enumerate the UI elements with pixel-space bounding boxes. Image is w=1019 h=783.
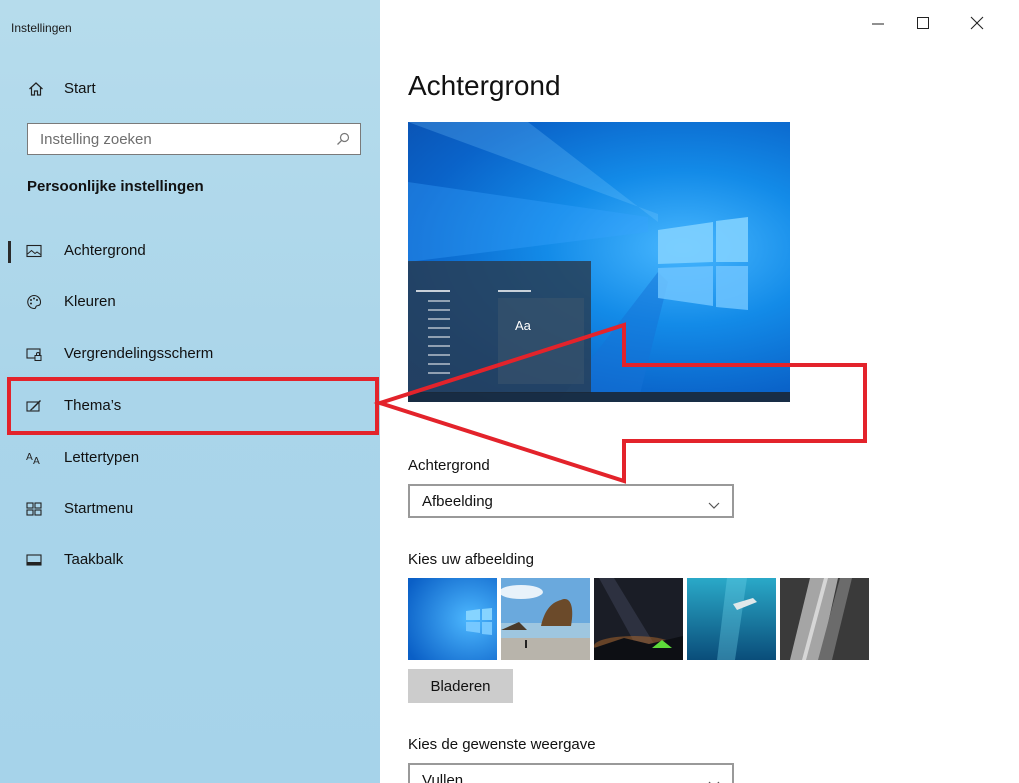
search-icon[interactable] bbox=[336, 132, 350, 146]
sidebar-home-label: Start bbox=[64, 80, 96, 97]
section-title: Persoonlijke instellingen bbox=[27, 178, 204, 195]
thumbnail-underwater[interactable] bbox=[687, 578, 776, 660]
sidebar-item-lettertypen[interactable]: AA Lettertypen bbox=[0, 438, 380, 478]
home-icon bbox=[28, 81, 44, 97]
sidebar-item-themas[interactable]: Thema’s bbox=[0, 386, 380, 426]
selection-indicator bbox=[8, 241, 11, 263]
preview-sample-text: Aa bbox=[515, 318, 531, 333]
picture-thumbnails bbox=[408, 578, 870, 660]
palette-icon bbox=[26, 294, 42, 310]
font-icon: AA bbox=[26, 450, 42, 467]
app-title: Instellingen bbox=[11, 21, 72, 35]
preview-tile bbox=[498, 298, 584, 384]
fit-dropdown-value: Vullen bbox=[422, 772, 464, 783]
background-dropdown-value: Afbeelding bbox=[422, 493, 493, 510]
svg-text:A: A bbox=[33, 456, 40, 466]
thumbnail-night-tent[interactable] bbox=[594, 578, 683, 660]
sidebar-item-label: Taakbalk bbox=[64, 551, 124, 568]
fit-label: Kies de gewenste weergave bbox=[408, 736, 596, 753]
maximize-icon[interactable] bbox=[914, 14, 932, 32]
sidebar-item-kleuren[interactable]: Kleuren bbox=[0, 282, 380, 322]
theme-brush-icon bbox=[26, 398, 42, 414]
sidebar-item-startmenu[interactable]: Startmenu bbox=[0, 489, 380, 529]
thumbnail-rock-cliff[interactable] bbox=[780, 578, 869, 660]
close-icon[interactable] bbox=[968, 14, 986, 32]
lock-screen-icon bbox=[26, 346, 42, 362]
taskbar-icon bbox=[26, 552, 42, 568]
search-input[interactable] bbox=[28, 124, 324, 154]
picture-icon bbox=[26, 243, 42, 259]
chevron-down-icon bbox=[708, 776, 720, 783]
sidebar-home[interactable]: Start bbox=[0, 72, 380, 106]
sidebar-item-label: Startmenu bbox=[64, 500, 134, 517]
thumbnail-beach-rocks[interactable] bbox=[501, 578, 590, 660]
sidebar-item-label: Lettertypen bbox=[64, 449, 140, 466]
background-dropdown[interactable]: Afbeelding bbox=[408, 484, 734, 518]
sidebar-item-label: Vergrendelingsscherm bbox=[64, 345, 214, 362]
thumbnail-windows-blue[interactable] bbox=[408, 578, 497, 660]
sidebar-item-vergrendelingsscherm[interactable]: Vergrendelingsscherm bbox=[0, 334, 380, 374]
browse-button[interactable]: Bladeren bbox=[408, 669, 513, 703]
choose-picture-label: Kies uw afbeelding bbox=[408, 551, 534, 568]
sidebar-item-achtergrond[interactable]: Achtergrond bbox=[0, 231, 380, 271]
chevron-down-icon bbox=[708, 497, 720, 509]
fit-dropdown[interactable]: Vullen bbox=[408, 763, 734, 783]
window-controls bbox=[869, 0, 1019, 40]
search-box[interactable] bbox=[27, 123, 361, 155]
sidebar-item-label: Thema’s bbox=[64, 397, 122, 414]
preview-taskbar bbox=[408, 392, 790, 402]
sidebar-item-taakbalk[interactable]: Taakbalk bbox=[0, 540, 380, 580]
start-menu-icon bbox=[26, 501, 42, 517]
background-label: Achtergrond bbox=[408, 457, 490, 474]
sidebar: Instellingen Start Persoonlijke instelli… bbox=[0, 0, 380, 783]
sidebar-item-label: Achtergrond bbox=[64, 242, 146, 259]
svg-text:A: A bbox=[26, 452, 33, 463]
page-title: Achtergrond bbox=[408, 70, 561, 101]
minimize-icon[interactable] bbox=[869, 14, 887, 32]
sidebar-item-label: Kleuren bbox=[64, 293, 116, 310]
background-preview: Aa bbox=[408, 122, 790, 402]
